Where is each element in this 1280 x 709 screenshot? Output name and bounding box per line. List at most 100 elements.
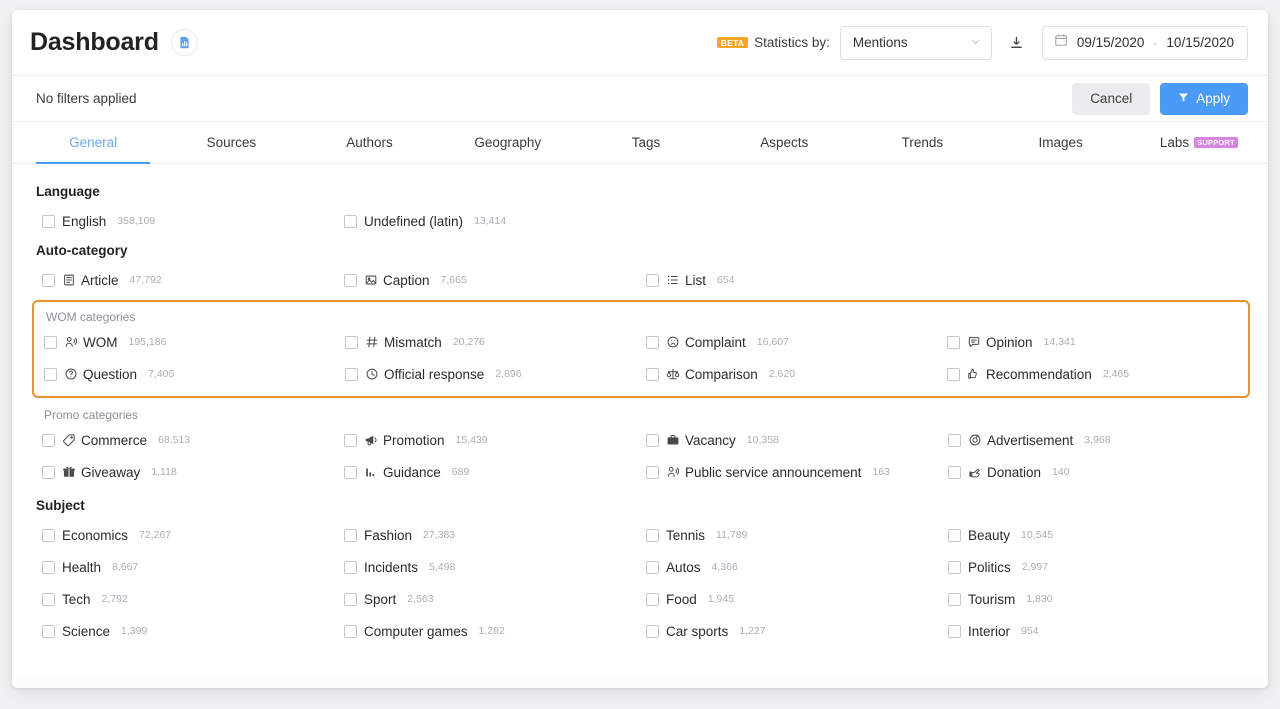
checkbox-guidance[interactable] [344,466,357,479]
cancel-button[interactable]: Cancel [1072,83,1150,115]
filter-option[interactable]: Mismatch20,276 [345,326,646,358]
filter-option[interactable]: Beauty10,545 [948,519,1250,551]
checkbox-interior[interactable] [948,625,961,638]
checkbox-incidents[interactable] [344,561,357,574]
checkbox-car-sports[interactable] [646,625,659,638]
filter-option[interactable]: Comparison2,620 [646,358,947,390]
filter-option[interactable]: Complaint16,607 [646,326,947,358]
checkbox-public-service-announcement[interactable] [646,466,659,479]
checkbox-tennis[interactable] [646,529,659,542]
filter-option[interactable]: Guidance689 [344,456,646,488]
checkbox-official-response[interactable] [345,368,358,381]
filter-option[interactable]: Autos4,366 [646,551,948,583]
checkbox-opinion[interactable] [947,336,960,349]
filter-option[interactable]: Vacancy10,358 [646,424,948,456]
filter-option[interactable]: Advertisement3,968 [948,424,1250,456]
checkbox-computer-games[interactable] [344,625,357,638]
filter-option[interactable]: Science1,399 [42,615,344,647]
checkbox-food[interactable] [646,593,659,606]
checkbox-beauty[interactable] [948,529,961,542]
checkbox-autos[interactable] [646,561,659,574]
checkbox-health[interactable] [42,561,55,574]
filter-option[interactable]: Public service announcement163 [646,456,948,488]
checkbox-economics[interactable] [42,529,55,542]
filter-option[interactable]: Giveaway1,118 [42,456,344,488]
filter-option[interactable]: Recommendation2,465 [947,358,1248,390]
filter-option[interactable]: WOM195,186 [44,326,345,358]
statistics-by-select[interactable]: Mentions [840,26,992,60]
tag-icon [62,433,76,447]
filter-option[interactable]: Incidents5,498 [344,551,646,583]
checkbox-question[interactable] [44,368,57,381]
checkbox-recommendation[interactable] [947,368,960,381]
checkbox-donation[interactable] [948,466,961,479]
filter-option[interactable]: Question7,405 [44,358,345,390]
checkbox-english[interactable] [42,215,55,228]
tab-labs[interactable]: LabsSUPPORT [1130,122,1268,163]
filter-option[interactable]: Economics72,267 [42,519,344,551]
date-range-picker[interactable]: 09/15/2020 - 10/15/2020 [1042,26,1248,60]
filter-option[interactable]: Caption7,665 [344,264,646,296]
tab-tags[interactable]: Tags [577,122,715,163]
checkbox-politics[interactable] [948,561,961,574]
checkbox-list[interactable] [646,274,659,287]
checkbox-caption[interactable] [344,274,357,287]
filter-option[interactable]: Commerce68,513 [42,424,344,456]
download-icon[interactable] [1000,26,1034,60]
checkbox-complaint[interactable] [646,336,659,349]
checkbox-promotion[interactable] [344,434,357,447]
option-count: 2,792 [102,593,128,605]
checkbox-science[interactable] [42,625,55,638]
filter-option[interactable]: Tennis11,789 [646,519,948,551]
checkbox-tourism[interactable] [948,593,961,606]
filter-option[interactable]: Promotion15,439 [344,424,646,456]
filter-option[interactable]: Car sports1,227 [646,615,948,647]
checkbox-mismatch[interactable] [345,336,358,349]
tab-images[interactable]: Images [992,122,1130,163]
filter-option[interactable]: Fashion27,383 [344,519,646,551]
filter-option[interactable]: Tech2,792 [42,583,344,615]
filter-option[interactable]: Food1,945 [646,583,948,615]
option-label: Health [62,560,101,575]
option-label: Fashion [364,528,412,543]
checkbox-vacancy[interactable] [646,434,659,447]
checkbox-commerce[interactable] [42,434,55,447]
apply-button[interactable]: Apply [1160,83,1248,115]
checkbox-article[interactable] [42,274,55,287]
tab-sources[interactable]: Sources [162,122,300,163]
filter-option[interactable]: Official response2,896 [345,358,646,390]
filter-option[interactable]: Donation140 [948,456,1250,488]
filter-option[interactable]: Computer games1,282 [344,615,646,647]
filter-option[interactable]: Undefined (latin)13,414 [344,205,646,237]
filter-option[interactable]: Health8,667 [42,551,344,583]
checkbox-comparison[interactable] [646,368,659,381]
tab-label: General [69,135,117,150]
checkbox-undefined-latin-[interactable] [344,215,357,228]
option-count: 1,282 [479,625,505,637]
chart-document-icon[interactable] [171,29,198,56]
option-label: Official response [384,367,484,382]
option-label: Beauty [968,528,1010,543]
filter-option[interactable]: Article47,792 [42,264,344,296]
filter-option[interactable]: Opinion14,341 [947,326,1248,358]
filter-option[interactable]: Interior954 [948,615,1250,647]
checkbox-fashion[interactable] [344,529,357,542]
filter-option[interactable]: Sport2,563 [344,583,646,615]
checkbox-wom[interactable] [44,336,57,349]
tab-aspects[interactable]: Aspects [715,122,853,163]
tab-geography[interactable]: Geography [439,122,577,163]
checkbox-sport[interactable] [344,593,357,606]
filter-option[interactable]: Politics2,997 [948,551,1250,583]
checkbox-giveaway[interactable] [42,466,55,479]
option-count: 2,997 [1022,561,1048,573]
tab-trends[interactable]: Trends [853,122,991,163]
checkbox-tech[interactable] [42,593,55,606]
tab-authors[interactable]: Authors [300,122,438,163]
statistics-by-value: Mentions [853,35,908,50]
filter-option[interactable]: List654 [646,264,948,296]
checkbox-advertisement[interactable] [948,434,961,447]
filter-option[interactable]: Tourism1,830 [948,583,1250,615]
statistics-by-label: Statistics by: [754,35,830,50]
filter-option[interactable]: English358,109 [42,205,344,237]
tab-general[interactable]: General [24,122,162,163]
